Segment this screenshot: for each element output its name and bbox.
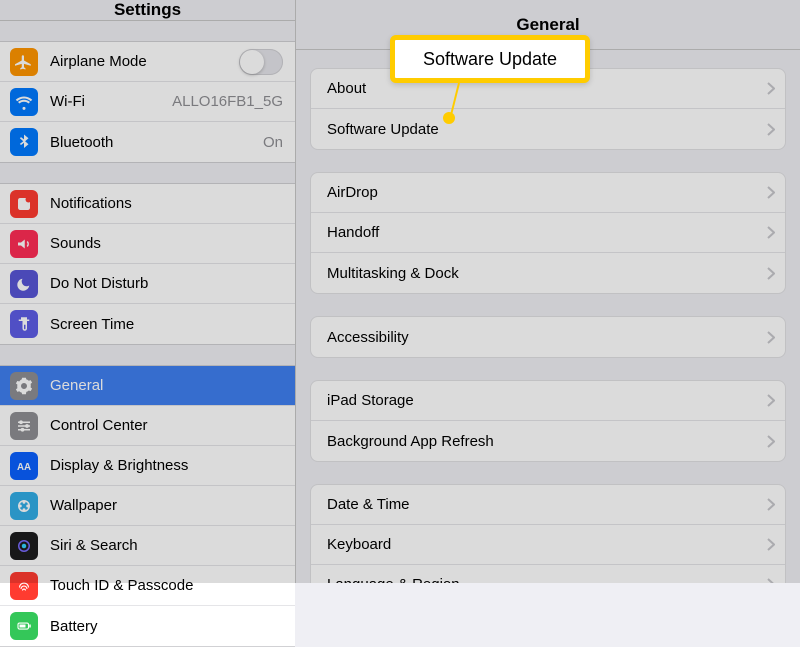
detail-item-label: Software Update bbox=[327, 121, 767, 138]
sidebar-item-label: Airplane Mode bbox=[50, 53, 239, 70]
sidebar-item-label: Touch ID & Passcode bbox=[50, 577, 283, 594]
sidebar-item-label: Sounds bbox=[50, 235, 283, 252]
chevron-right-icon bbox=[767, 331, 775, 344]
sidebar-item-touchid[interactable]: Touch ID & Passcode bbox=[0, 566, 295, 606]
sidebar-item-dnd[interactable]: Do Not Disturb bbox=[0, 264, 295, 304]
sidebar-item-label: Wallpaper bbox=[50, 497, 283, 514]
detail-item-accessibility[interactable]: Accessibility bbox=[311, 317, 785, 357]
sidebar-item-label: Screen Time bbox=[50, 316, 283, 333]
airplane-toggle[interactable] bbox=[239, 49, 283, 75]
detail-item-multitasking[interactable]: Multitasking & Dock bbox=[311, 253, 785, 293]
display-icon: AA bbox=[10, 452, 38, 480]
sidebar-item-label: Siri & Search bbox=[50, 537, 283, 554]
detail-item-handoff[interactable]: Handoff bbox=[311, 213, 785, 253]
detail-item-keyboard[interactable]: Keyboard bbox=[311, 525, 785, 565]
sidebar-item-wallpaper[interactable]: Wallpaper bbox=[0, 486, 295, 526]
sidebar-item-notifications[interactable]: Notifications bbox=[0, 184, 295, 224]
bluetooth-icon bbox=[10, 128, 38, 156]
detail-pane: General About Software Update AirDrop bbox=[296, 0, 800, 583]
sidebar-group-connectivity: Airplane Mode Wi-Fi ALLO16FB1_5G Bluetoo… bbox=[0, 41, 295, 163]
sidebar-group-general: General Control Center AA Display & Brig… bbox=[0, 365, 295, 647]
notifications-icon bbox=[10, 190, 38, 218]
bluetooth-value: On bbox=[263, 134, 283, 151]
chevron-right-icon bbox=[767, 578, 775, 583]
control-icon bbox=[10, 412, 38, 440]
touchid-icon bbox=[10, 572, 38, 600]
sidebar-item-display[interactable]: AA Display & Brightness bbox=[0, 446, 295, 486]
screentime-icon bbox=[10, 310, 38, 338]
detail-item-label: Keyboard bbox=[327, 536, 767, 553]
sidebar-title: Settings bbox=[0, 0, 295, 21]
sidebar-item-label: Control Center bbox=[50, 417, 283, 434]
detail-item-label: Multitasking & Dock bbox=[327, 265, 767, 282]
chevron-right-icon bbox=[767, 186, 775, 199]
sidebar-item-siri[interactable]: Siri & Search bbox=[0, 526, 295, 566]
sidebar-item-bluetooth[interactable]: Bluetooth On bbox=[0, 122, 295, 162]
svg-text:AA: AA bbox=[17, 461, 31, 472]
sidebar-item-general[interactable]: General bbox=[0, 366, 295, 406]
chevron-right-icon bbox=[767, 394, 775, 407]
annotation-text: Software Update bbox=[423, 49, 557, 70]
sidebar-item-label: Do Not Disturb bbox=[50, 275, 283, 292]
detail-body[interactable]: About Software Update AirDrop Handoff bbox=[296, 50, 800, 583]
general-icon bbox=[10, 372, 38, 400]
detail-item-label: Background App Refresh bbox=[327, 433, 767, 450]
airplane-icon bbox=[10, 48, 38, 76]
detail-item-date-time[interactable]: Date & Time bbox=[311, 485, 785, 525]
detail-item-airdrop[interactable]: AirDrop bbox=[311, 173, 785, 213]
sidebar-item-label: Bluetooth bbox=[50, 134, 255, 151]
detail-group-accessibility: Accessibility bbox=[310, 316, 786, 358]
wallpaper-icon bbox=[10, 492, 38, 520]
sidebar: Settings Airplane Mode Wi-Fi ALLO16FB1_5… bbox=[0, 0, 296, 583]
detail-item-bg-refresh[interactable]: Background App Refresh bbox=[311, 421, 785, 461]
chevron-right-icon bbox=[767, 226, 775, 239]
sidebar-item-screentime[interactable]: Screen Time bbox=[0, 304, 295, 344]
annotation-pointer-dot bbox=[443, 112, 455, 124]
detail-group-sharing: AirDrop Handoff Multitasking & Dock bbox=[310, 172, 786, 294]
sidebar-item-sounds[interactable]: Sounds bbox=[0, 224, 295, 264]
chevron-right-icon bbox=[767, 82, 775, 95]
sidebar-item-battery[interactable]: Battery bbox=[0, 606, 295, 646]
detail-item-label: Date & Time bbox=[327, 496, 767, 513]
sidebar-item-label: Display & Brightness bbox=[50, 457, 283, 474]
sidebar-item-airplane[interactable]: Airplane Mode bbox=[0, 42, 295, 82]
dnd-icon bbox=[10, 270, 38, 298]
wifi-icon bbox=[10, 88, 38, 116]
detail-item-label: AirDrop bbox=[327, 184, 767, 201]
sidebar-item-label: Wi-Fi bbox=[50, 93, 164, 110]
sidebar-item-control-center[interactable]: Control Center bbox=[0, 406, 295, 446]
sidebar-item-wifi[interactable]: Wi-Fi ALLO16FB1_5G bbox=[0, 82, 295, 122]
annotation-callout: Software Update bbox=[390, 35, 590, 83]
detail-group-system: Date & Time Keyboard Language & Region D… bbox=[310, 484, 786, 583]
battery-icon bbox=[10, 612, 38, 640]
chevron-right-icon bbox=[767, 123, 775, 136]
detail-item-language[interactable]: Language & Region bbox=[311, 565, 785, 583]
detail-item-software-update[interactable]: Software Update bbox=[311, 109, 785, 149]
chevron-right-icon bbox=[767, 538, 775, 551]
detail-group-storage: iPad Storage Background App Refresh bbox=[310, 380, 786, 462]
sidebar-item-label: Notifications bbox=[50, 195, 283, 212]
sidebar-item-label: Battery bbox=[50, 618, 283, 635]
sidebar-group-notifications: Notifications Sounds Do Not Disturb Scre… bbox=[0, 183, 295, 345]
detail-item-label: Handoff bbox=[327, 224, 767, 241]
wifi-value: ALLO16FB1_5G bbox=[172, 93, 283, 110]
settings-app: Settings Airplane Mode Wi-Fi ALLO16FB1_5… bbox=[0, 0, 800, 583]
siri-icon bbox=[10, 532, 38, 560]
detail-item-label: iPad Storage bbox=[327, 392, 767, 409]
detail-item-label: Accessibility bbox=[327, 329, 767, 346]
chevron-right-icon bbox=[767, 435, 775, 448]
chevron-right-icon bbox=[767, 498, 775, 511]
sounds-icon bbox=[10, 230, 38, 258]
chevron-right-icon bbox=[767, 267, 775, 280]
detail-item-storage[interactable]: iPad Storage bbox=[311, 381, 785, 421]
detail-item-label: Language & Region bbox=[327, 576, 767, 583]
sidebar-item-label: General bbox=[50, 377, 283, 394]
